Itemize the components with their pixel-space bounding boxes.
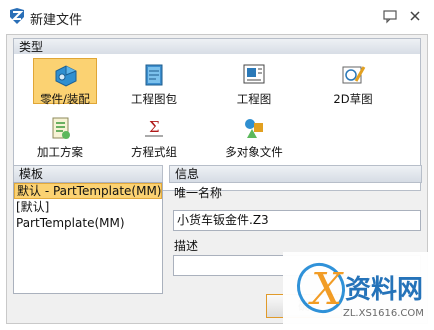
part-assembly-icon <box>55 65 77 87</box>
watermark-site-url: ZL.XS1616.COM <box>343 308 424 319</box>
type-item-label: 零件/装配 <box>40 92 90 106</box>
type-item-multi-object-file[interactable]: 多对象文件 <box>219 112 289 162</box>
multi-object-file-icon <box>245 119 263 138</box>
info-section-header: 信息 <box>169 165 422 183</box>
svg-text:Σ: Σ <box>149 118 160 136</box>
type-item-label: 工程图包 <box>131 92 177 106</box>
template-section-header: 模板 <box>13 165 163 183</box>
type-item-label: 方程式组 <box>131 145 177 159</box>
type-item-drawing-package[interactable]: 工程图包 <box>119 59 189 109</box>
template-list[interactable]: 默认 - PartTemplate(MM) [默认] PartTemplate(… <box>13 182 163 294</box>
type-header-label: 类型 <box>19 40 44 54</box>
drawing-icon <box>243 64 265 84</box>
type-item-equation-set[interactable]: Σ 方程式组 <box>119 112 189 162</box>
type-item-machining-plan[interactable]: 加工方案 <box>25 112 95 162</box>
sketch-2d-icon <box>342 66 366 84</box>
unique-name-field[interactable]: 小货车钣金件.Z3 <box>173 210 421 231</box>
watermark-logo-icon: X 资料网 ZL.XS1616.COM <box>296 262 424 319</box>
speech-bubble-icon[interactable] <box>382 8 398 24</box>
type-item-label: 2D草图 <box>333 92 373 106</box>
zw3d-logo-icon <box>10 8 24 24</box>
type-item-label: 多对象文件 <box>225 145 283 159</box>
type-item-label: 工程图 <box>236 92 272 106</box>
close-icon[interactable] <box>407 8 423 24</box>
list-item[interactable]: 默认 - PartTemplate(MM) <box>14 183 162 199</box>
machining-plan-icon <box>52 117 70 139</box>
list-item[interactable]: [默认] <box>14 199 162 215</box>
type-item-2d-sketch[interactable]: 2D草图 <box>318 59 388 109</box>
info-header-label: 信息 <box>175 167 200 181</box>
watermark: X 资料网 ZL.XS1616.COM <box>283 252 428 324</box>
equation-set-icon: Σ <box>145 118 163 137</box>
svg-text:X: X <box>308 264 344 315</box>
drawing-package-icon <box>145 64 163 86</box>
type-item-drawing[interactable]: 工程图 <box>219 59 289 109</box>
description-label: 描述 <box>174 239 199 253</box>
window-title: 新建文件 <box>30 13 83 28</box>
type-item-label: 加工方案 <box>37 145 83 159</box>
template-header-label: 模板 <box>19 167 44 181</box>
type-item-part-assembly[interactable]: 零件/装配 <box>33 58 97 106</box>
title-bar: 新建文件 <box>0 0 434 34</box>
watermark-site-name: 资料网 <box>345 275 423 305</box>
list-item[interactable]: PartTemplate(MM) <box>14 215 162 231</box>
unique-name-label: 唯一名称 <box>174 186 223 200</box>
